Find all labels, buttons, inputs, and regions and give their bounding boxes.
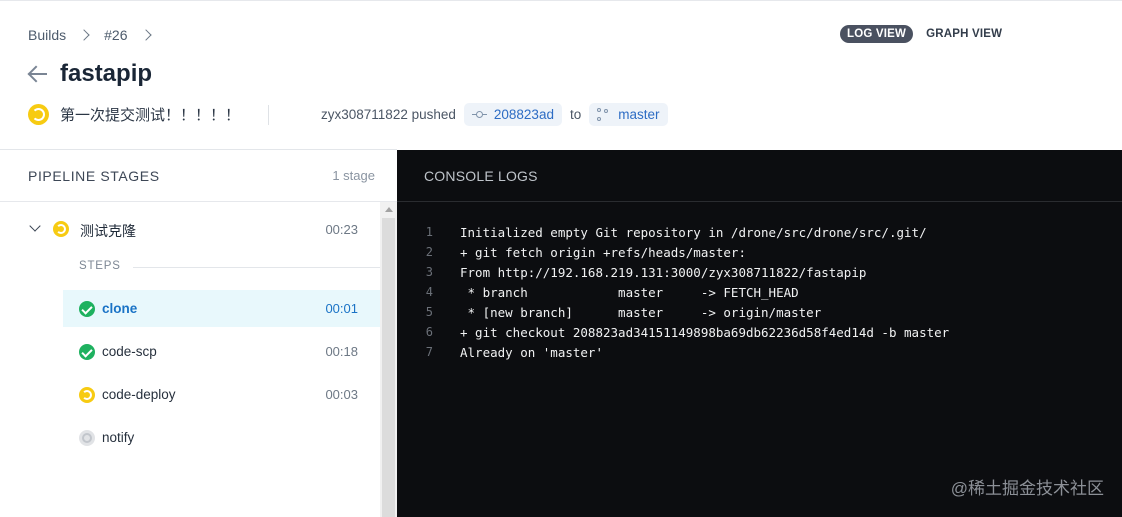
stage-count: 1 stage bbox=[332, 168, 375, 183]
log-view-button[interactable]: LOG VIEW bbox=[840, 25, 914, 43]
breadcrumb: Builds #26 bbox=[28, 27, 166, 43]
divider bbox=[268, 104, 270, 125]
log-line: 1 Initialized empty Git repository in /d… bbox=[397, 222, 949, 242]
scrollbar-thumb[interactable] bbox=[382, 218, 395, 517]
stage-running-icon bbox=[53, 221, 69, 237]
back-arrow-icon[interactable] bbox=[28, 64, 48, 84]
log-line: 7 Already on 'master' bbox=[397, 342, 949, 362]
pipeline-stages-title: PIPELINE STAGES bbox=[28, 167, 160, 184]
stages-scrollbar[interactable] bbox=[380, 202, 397, 517]
step-clone[interactable]: clone 00:01 bbox=[63, 290, 380, 327]
log-text: From http://192.168.219.131:3000/zyx3087… bbox=[460, 264, 867, 280]
log-line: 4 * branch master -> FETCH_HEAD bbox=[397, 282, 949, 302]
step-running-icon bbox=[79, 387, 95, 403]
log-text: + git checkout 208823ad34151149898ba69db… bbox=[460, 324, 950, 340]
line-number[interactable]: 3 bbox=[397, 265, 433, 279]
to-label: to bbox=[569, 107, 582, 122]
stage-name: 测试克隆 bbox=[80, 223, 136, 239]
log-line: 2 + git fetch origin +refs/heads/master: bbox=[397, 242, 949, 262]
watermark: @稀土掘金技术社区 bbox=[950, 479, 1104, 498]
step-code-deploy[interactable]: code-deploy 00:03 bbox=[63, 376, 380, 413]
step-duration: 00:03 bbox=[325, 387, 358, 402]
steps-divider bbox=[133, 267, 380, 268]
commit-message: 第一次提交测试！！！！！ bbox=[60, 107, 241, 124]
build-status-running-icon bbox=[28, 104, 49, 125]
step-success-icon bbox=[79, 301, 95, 317]
branch-link[interactable]: master bbox=[589, 103, 668, 126]
graph-view-button[interactable]: GRAPH VIEW bbox=[919, 25, 1009, 43]
commit-sha: 208823ad bbox=[493, 107, 554, 122]
branch-name: master bbox=[618, 107, 660, 122]
commit-info: 第一次提交测试！！！！！ zyx308711822 pushed 208823a… bbox=[28, 103, 668, 126]
console-title: CONSOLE LOGS bbox=[424, 167, 538, 184]
page-title: fastapip bbox=[60, 60, 153, 87]
step-name: notify bbox=[102, 430, 135, 445]
step-name: clone bbox=[102, 301, 138, 316]
chevron-right-icon bbox=[139, 29, 152, 41]
step-notify[interactable]: notify bbox=[63, 419, 380, 456]
log-text: Initialized empty Git repository in /dro… bbox=[460, 224, 927, 240]
console-logs-panel: CONSOLE LOGS 1 Initialized empty Git rep… bbox=[397, 150, 1122, 517]
pipeline-stages-header: PIPELINE STAGES 1 stage bbox=[0, 150, 397, 202]
step-duration: 00:01 bbox=[325, 301, 358, 316]
commit-icon bbox=[471, 110, 487, 120]
commit-pusher: zyx308711822 pushed bbox=[321, 107, 456, 122]
steps-label: STEPS bbox=[79, 260, 121, 272]
log-line: 5 * [new branch] master -> origin/master bbox=[397, 302, 949, 322]
view-toggle: LOG VIEW GRAPH VIEW bbox=[840, 25, 1009, 43]
breadcrumb-build-number[interactable]: #26 bbox=[104, 27, 127, 43]
commit-sha-link[interactable]: 208823ad bbox=[463, 103, 562, 126]
step-duration: 00:18 bbox=[325, 344, 358, 359]
page-title-row: fastapip bbox=[28, 60, 152, 88]
scroll-up-arrow-icon[interactable] bbox=[385, 207, 393, 212]
log-text: * [new branch] master -> origin/master bbox=[460, 304, 822, 320]
chevron-down-icon[interactable] bbox=[29, 220, 41, 232]
stage-row[interactable]: 测试克隆 00:23 bbox=[0, 215, 380, 243]
step-pending-icon bbox=[79, 430, 95, 446]
log-lines: 1 Initialized empty Git repository in /d… bbox=[397, 222, 949, 362]
log-text: + git fetch origin +refs/heads/master: bbox=[460, 244, 746, 260]
step-success-icon bbox=[79, 344, 95, 360]
console-header: CONSOLE LOGS bbox=[397, 150, 1122, 202]
step-name: code-deploy bbox=[102, 387, 176, 402]
log-line: 6 + git checkout 208823ad34151149898ba69… bbox=[397, 322, 949, 342]
top-border bbox=[0, 0, 1122, 1]
line-number[interactable]: 4 bbox=[397, 285, 433, 299]
line-number[interactable]: 1 bbox=[397, 225, 433, 239]
log-text: Already on 'master' bbox=[460, 344, 603, 360]
stage-duration: 00:23 bbox=[325, 222, 358, 237]
git-branch-icon bbox=[597, 107, 609, 122]
step-name: code-scp bbox=[102, 344, 157, 359]
chevron-right-icon bbox=[78, 29, 90, 41]
line-number[interactable]: 6 bbox=[397, 325, 433, 339]
log-text: * branch master -> FETCH_HEAD bbox=[460, 284, 799, 300]
pipeline-stages-panel: PIPELINE STAGES 1 stage 测试克隆 00:23 STEPS… bbox=[0, 150, 397, 517]
step-code-scp[interactable]: code-scp 00:18 bbox=[63, 333, 380, 370]
line-number[interactable]: 2 bbox=[397, 245, 433, 259]
line-number[interactable]: 5 bbox=[397, 305, 433, 319]
line-number[interactable]: 7 bbox=[397, 345, 433, 359]
log-line: 3 From http://192.168.219.131:3000/zyx30… bbox=[397, 262, 949, 282]
breadcrumb-builds-link[interactable]: Builds bbox=[28, 27, 66, 43]
